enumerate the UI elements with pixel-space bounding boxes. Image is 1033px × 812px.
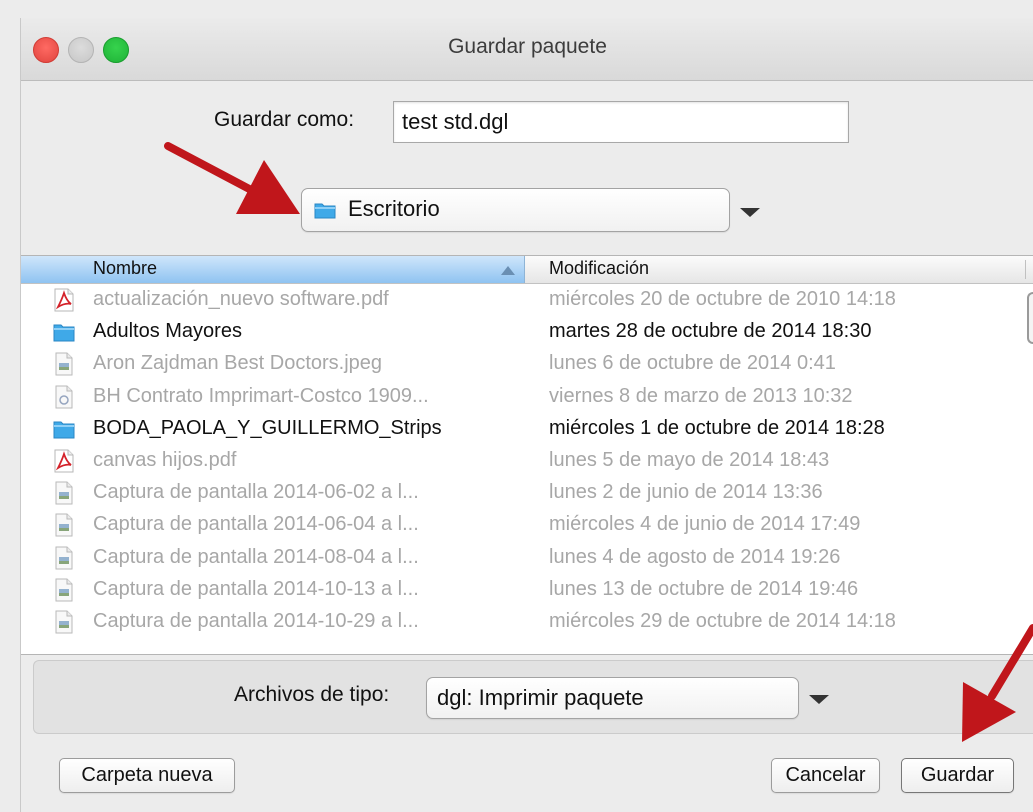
file-list[interactable]: Nombre Modificación actualización_nuevo … bbox=[21, 255, 1033, 655]
sort-ascending-icon bbox=[501, 266, 515, 275]
file-list-header: Nombre Modificación bbox=[21, 256, 1033, 284]
image-file-icon bbox=[53, 481, 75, 505]
file-name: Captura de pantalla 2014-10-29 a l... bbox=[93, 609, 419, 632]
pdf-file-icon bbox=[53, 449, 75, 473]
file-modified-date: miércoles 29 de octubre de 2014 14:18 bbox=[549, 609, 896, 632]
file-row-disabled: Captura de pantalla 2014-10-13 a l... lun… bbox=[21, 574, 1033, 606]
file-modified-date: miércoles 1 de octubre de 2014 18:28 bbox=[549, 416, 885, 439]
pdf-file-icon bbox=[53, 288, 75, 312]
column-divider[interactable] bbox=[1025, 260, 1026, 279]
file-row-disabled: Captura de pantalla 2014-08-04 a l... lun… bbox=[21, 542, 1033, 574]
dialog-title: Guardar paquete bbox=[448, 35, 607, 58]
file-modified-date: lunes 2 de junio de 2014 13:36 bbox=[549, 481, 823, 504]
file-name: actualización_nuevo software.pdf bbox=[93, 288, 389, 310]
save-button[interactable]: Guardar bbox=[901, 758, 1014, 793]
file-modified-date: miércoles 20 de octubre de 2010 14:18 bbox=[549, 288, 896, 310]
file-modified-date: lunes 5 de mayo de 2014 18:43 bbox=[549, 448, 830, 471]
file-type-panel: Archivos de tipo: dgl: Imprimir paquete bbox=[33, 660, 1033, 734]
file-name: Adultos Mayores bbox=[93, 320, 242, 343]
column-header-modified[interactable]: Modificación bbox=[549, 258, 649, 279]
background-window bbox=[0, 0, 1033, 21]
file-name: BH Contrato Imprimart-Costco 1909... bbox=[93, 384, 429, 407]
file-row-disabled: canvas hijos.pdf lunes 5 de mayo de 2014 … bbox=[21, 445, 1033, 477]
save-as-label: Guardar como: bbox=[214, 108, 355, 131]
file-row-disabled: Captura de pantalla 2014-06-04 a l... mié… bbox=[21, 509, 1033, 541]
location-dropdown[interactable]: Escritorio bbox=[301, 188, 730, 232]
file-row-disabled: Aron Zajdman Best Doctors.jpeg lunes 6 de… bbox=[21, 348, 1033, 380]
file-name: BODA_PAOLA_Y_GUILLERMO_Strips bbox=[93, 416, 442, 439]
file-name: Aron Zajdman Best Doctors.jpeg bbox=[93, 352, 383, 375]
column-header-name[interactable]: Nombre bbox=[21, 256, 525, 283]
new-folder-button[interactable]: Carpeta nueva bbox=[59, 758, 235, 793]
file-name: Captura de pantalla 2014-10-13 a l... bbox=[93, 577, 419, 600]
file-name: Captura de pantalla 2014-08-04 a l... bbox=[93, 545, 419, 568]
file-modified-date: martes 28 de octubre de 2014 18:30 bbox=[549, 320, 872, 343]
folder-icon bbox=[53, 417, 75, 441]
location-selected: Escritorio bbox=[348, 196, 440, 221]
file-type-chevron-down-icon[interactable] bbox=[809, 695, 829, 704]
folder-icon bbox=[314, 203, 336, 219]
folder-row[interactable]: BODA_PAOLA_Y_GUILLERMO_Strips miércoles 1… bbox=[21, 413, 1033, 445]
save-package-dialog: Guardar paquete Guardar como: test std.d… bbox=[20, 18, 1033, 812]
location-dropdown-chevron-down-icon[interactable] bbox=[740, 208, 760, 217]
file-name: canvas hijos.pdf bbox=[93, 448, 237, 471]
scrollbar-thumb[interactable] bbox=[1027, 292, 1033, 344]
file-row-disabled: Captura de pantalla 2014-10-29 a l... mié… bbox=[21, 606, 1033, 638]
file-modified-date: lunes 6 de octubre de 2014 0:41 bbox=[549, 352, 836, 375]
file-type-dropdown[interactable]: dgl: Imprimir paquete bbox=[426, 677, 799, 719]
file-modified-date: miércoles 4 de junio de 2014 17:49 bbox=[549, 513, 861, 536]
folder-row[interactable]: Adultos Mayores martes 28 de octubre de 2… bbox=[21, 316, 1033, 348]
file-type-label: Archivos de tipo: bbox=[234, 683, 390, 706]
file-name: Captura de pantalla 2014-06-04 a l... bbox=[93, 513, 419, 536]
title-bar[interactable]: Guardar paquete bbox=[21, 18, 1033, 81]
image-file-icon bbox=[53, 513, 75, 537]
folder-icon bbox=[53, 320, 75, 344]
file-modified-date: viernes 8 de marzo de 2013 10:32 bbox=[549, 384, 853, 407]
cancel-button[interactable]: Cancelar bbox=[771, 758, 880, 793]
image-file-icon bbox=[53, 546, 75, 570]
document-file-icon bbox=[53, 385, 75, 409]
image-file-icon bbox=[53, 610, 75, 634]
image-file-icon bbox=[53, 352, 75, 376]
image-file-icon bbox=[53, 578, 75, 602]
file-type-selected: dgl: Imprimir paquete bbox=[437, 685, 644, 710]
file-modified-date: lunes 13 de octubre de 2014 19:46 bbox=[549, 577, 859, 600]
file-row-disabled: actualización_nuevo software.pdf miércole… bbox=[21, 284, 1033, 316]
file-modified-date: lunes 4 de agosto de 2014 19:26 bbox=[549, 545, 841, 568]
file-rows: actualización_nuevo software.pdf miércole… bbox=[21, 284, 1033, 638]
column-header-name-label: Nombre bbox=[93, 258, 158, 278]
file-row-disabled: Captura de pantalla 2014-06-02 a l... lun… bbox=[21, 477, 1033, 509]
file-name: Captura de pantalla 2014-06-02 a l... bbox=[93, 481, 419, 504]
screenshot-page: Guardar paquete Guardar como: test std.d… bbox=[0, 0, 1033, 812]
save-as-input[interactable]: test std.dgl bbox=[393, 101, 849, 143]
file-row-disabled: BH Contrato Imprimart-Costco 1909... vier… bbox=[21, 381, 1033, 413]
